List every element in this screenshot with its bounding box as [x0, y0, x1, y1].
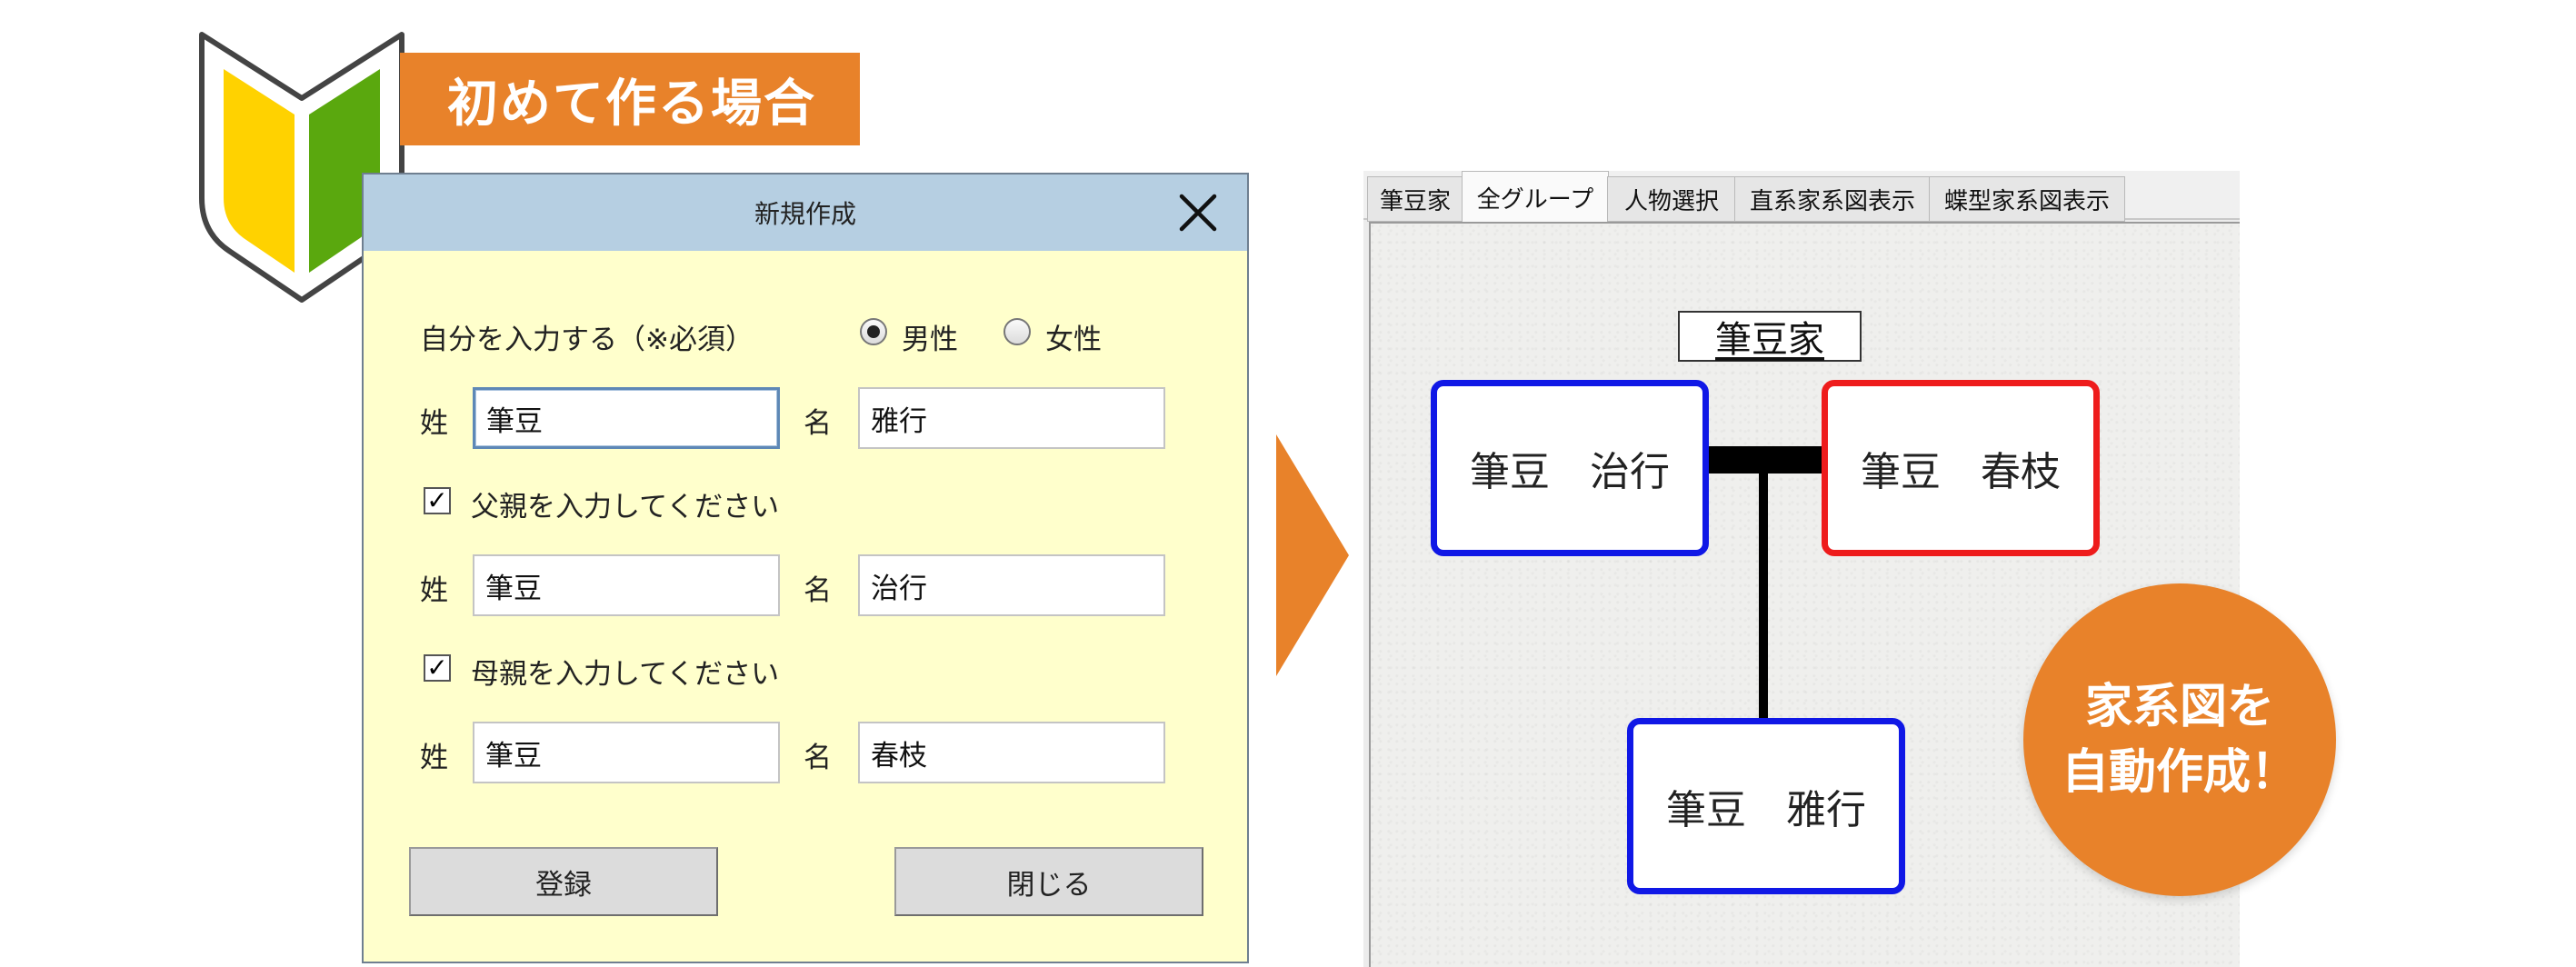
mother-given-label: 名: [804, 742, 832, 774]
tab-all-groups[interactable]: 全グループ: [1462, 171, 1609, 224]
father-given-field[interactable]: 治行: [858, 554, 1165, 616]
tab-person-select[interactable]: 人物選択: [1607, 176, 1736, 222]
female-radio-label: 女性: [1045, 324, 1102, 356]
self-section-label: 自分を入力する（※必須）: [420, 324, 754, 356]
section-banner: 初めて作る場合: [400, 53, 860, 145]
tab-family[interactable]: 筆豆家: [1367, 176, 1463, 222]
banner-text: 初めて作る場合: [447, 74, 816, 134]
checkmark-icon: ✓: [426, 485, 448, 515]
badge-line-2: 自動作成！: [2061, 745, 2298, 800]
father-checkbox-label: 父親を入力してください: [471, 491, 780, 523]
tab-bar: 筆豆家 全グループ 人物選択 直系家系図表示 蝶型家系図表示: [1363, 171, 2240, 224]
mother-card[interactable]: 筆豆 春枝: [1822, 380, 2100, 556]
new-record-dialog: 新規作成 自分を入力する（※必須） 男性 女性 姓 筆豆 名 雅行 ✓ 父親を入…: [362, 173, 1249, 963]
arrow-right-icon: [1276, 434, 1349, 676]
mother-surname-field[interactable]: 筆豆: [473, 722, 780, 783]
male-radio[interactable]: [860, 318, 887, 345]
father-card[interactable]: 筆豆 治行: [1431, 380, 1709, 556]
tab-butterfly-tree[interactable]: 蝶型家系図表示: [1929, 176, 2125, 222]
dialog-title: 新規作成: [754, 199, 856, 229]
mother-surname-label: 姓: [420, 742, 448, 774]
father-given-label: 名: [804, 574, 832, 607]
father-surname-field[interactable]: 筆豆: [473, 554, 780, 616]
auto-create-badge: 家系図を 自動作成！: [2023, 583, 2336, 896]
dialog-titlebar: 新規作成: [364, 174, 1247, 251]
self-surname-label: 姓: [420, 407, 448, 440]
self-surname-field[interactable]: 筆豆: [473, 387, 780, 449]
father-surname-label: 姓: [420, 574, 448, 607]
mother-checkbox[interactable]: ✓: [424, 654, 451, 682]
father-checkbox[interactable]: ✓: [424, 487, 451, 514]
family-name-title: 筆豆家: [1678, 311, 1862, 362]
close-icon[interactable]: [1171, 185, 1225, 240]
female-radio[interactable]: [1003, 318, 1031, 345]
tab-direct-lineage[interactable]: 直系家系図表示: [1734, 176, 1931, 222]
child-card[interactable]: 筆豆 雅行: [1627, 718, 1905, 894]
checkmark-icon: ✓: [426, 653, 448, 683]
close-button[interactable]: 閉じる: [894, 847, 1203, 916]
male-radio-label: 男性: [902, 324, 958, 356]
radio-selected-dot: [867, 325, 880, 338]
badge-line-1: 家系図を: [2084, 680, 2274, 734]
register-button[interactable]: 登録: [409, 847, 718, 916]
self-given-label: 名: [804, 407, 832, 440]
mother-checkbox-label: 母親を入力してください: [471, 658, 780, 691]
self-given-field[interactable]: 雅行: [858, 387, 1165, 449]
child-connector: [1759, 469, 1768, 729]
mother-given-field[interactable]: 春枝: [858, 722, 1165, 783]
